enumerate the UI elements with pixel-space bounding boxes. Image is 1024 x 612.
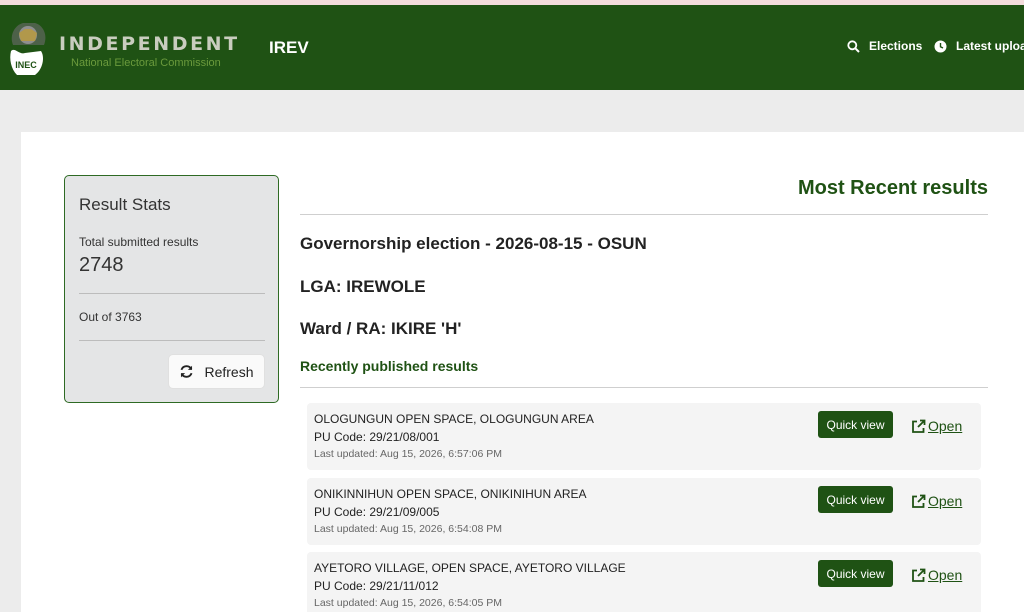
- refresh-button[interactable]: Refresh: [168, 354, 265, 389]
- logo-text: INEC: [15, 60, 37, 70]
- quick-view-button[interactable]: Quick view: [818, 560, 893, 587]
- open-label: Open: [928, 567, 963, 583]
- nav-latest-uploads-label: Latest uploa: [956, 39, 1024, 53]
- open-link[interactable]: Open: [911, 418, 962, 434]
- polling-unit-name: ONIKINNIHUN OPEN SPACE, ONIKINIHUN AREA: [314, 487, 587, 501]
- result-stats-panel: Result Stats Total submitted results 274…: [64, 175, 279, 403]
- nav-elections-label: Elections: [869, 39, 923, 53]
- brand-subtitle: National Electoral Commission: [71, 57, 221, 69]
- pu-code: PU Code: 29/21/08/001: [314, 430, 440, 444]
- result-list-item: ONIKINNIHUN OPEN SPACE, ONIKINIHUN AREA …: [307, 478, 981, 545]
- external-link-icon: [912, 419, 926, 433]
- most-recent-title: Most Recent results: [797, 177, 988, 199]
- divider: [300, 214, 988, 215]
- last-updated: Last updated: Aug 15, 2026, 6:54:05 PM: [314, 597, 502, 609]
- last-updated: Last updated: Aug 15, 2026, 6:54:08 PM: [314, 523, 502, 535]
- out-of-total: Out of 3763: [79, 310, 142, 324]
- stats-title: Result Stats: [79, 195, 171, 214]
- recently-published-label: Recently published results: [300, 358, 479, 374]
- open-label: Open: [928, 493, 963, 509]
- divider: [79, 340, 265, 341]
- external-link-icon: [912, 494, 926, 508]
- divider: [300, 387, 988, 388]
- brand-title: INDEPENDENT: [59, 33, 240, 55]
- app-name[interactable]: IREV: [269, 38, 309, 58]
- divider: [79, 293, 265, 294]
- refresh-icon: [181, 365, 193, 378]
- navbar: INEC INDEPENDENT National Electoral Comm…: [0, 5, 1024, 90]
- external-link-icon: [912, 568, 926, 582]
- nav-latest-uploads-link[interactable]: Latest uploa: [934, 39, 1024, 53]
- total-submitted-label: Total submitted results: [79, 235, 199, 249]
- search-icon: [847, 39, 860, 53]
- total-submitted-value: 2748: [79, 254, 124, 276]
- pu-code: PU Code: 29/21/09/005: [314, 505, 440, 519]
- open-link[interactable]: Open: [911, 493, 962, 509]
- ward-heading: Ward / RA: IKIRE 'H': [300, 319, 462, 338]
- polling-unit-name: OLOGUNGUN OPEN SPACE, OLOGUNGUN AREA: [314, 412, 594, 426]
- lga-heading: LGA: IREWOLE: [300, 277, 426, 296]
- refresh-label: Refresh: [204, 363, 254, 380]
- result-list-item: OLOGUNGUN OPEN SPACE, OLOGUNGUN AREA PU …: [307, 403, 981, 470]
- election-heading: Governorship election - 2026-08-15 - OSU…: [300, 234, 647, 253]
- result-list-item: AYETORO VILLAGE, OPEN SPACE, AYETORO VIL…: [307, 552, 981, 612]
- clock-icon: [934, 40, 947, 52]
- open-label: Open: [928, 418, 963, 434]
- pu-code: PU Code: 29/21/11/012: [314, 579, 439, 593]
- polling-unit-name: AYETORO VILLAGE, OPEN SPACE, AYETORO VIL…: [314, 561, 626, 575]
- quick-view-button[interactable]: Quick view: [818, 486, 893, 513]
- quick-view-button[interactable]: Quick view: [818, 411, 893, 438]
- inec-logo-icon[interactable]: INEC: [5, 17, 51, 79]
- nav-elections-link[interactable]: Elections: [847, 39, 922, 53]
- last-updated: Last updated: Aug 15, 2026, 6:57:06 PM: [314, 448, 502, 460]
- open-link[interactable]: Open: [911, 567, 962, 583]
